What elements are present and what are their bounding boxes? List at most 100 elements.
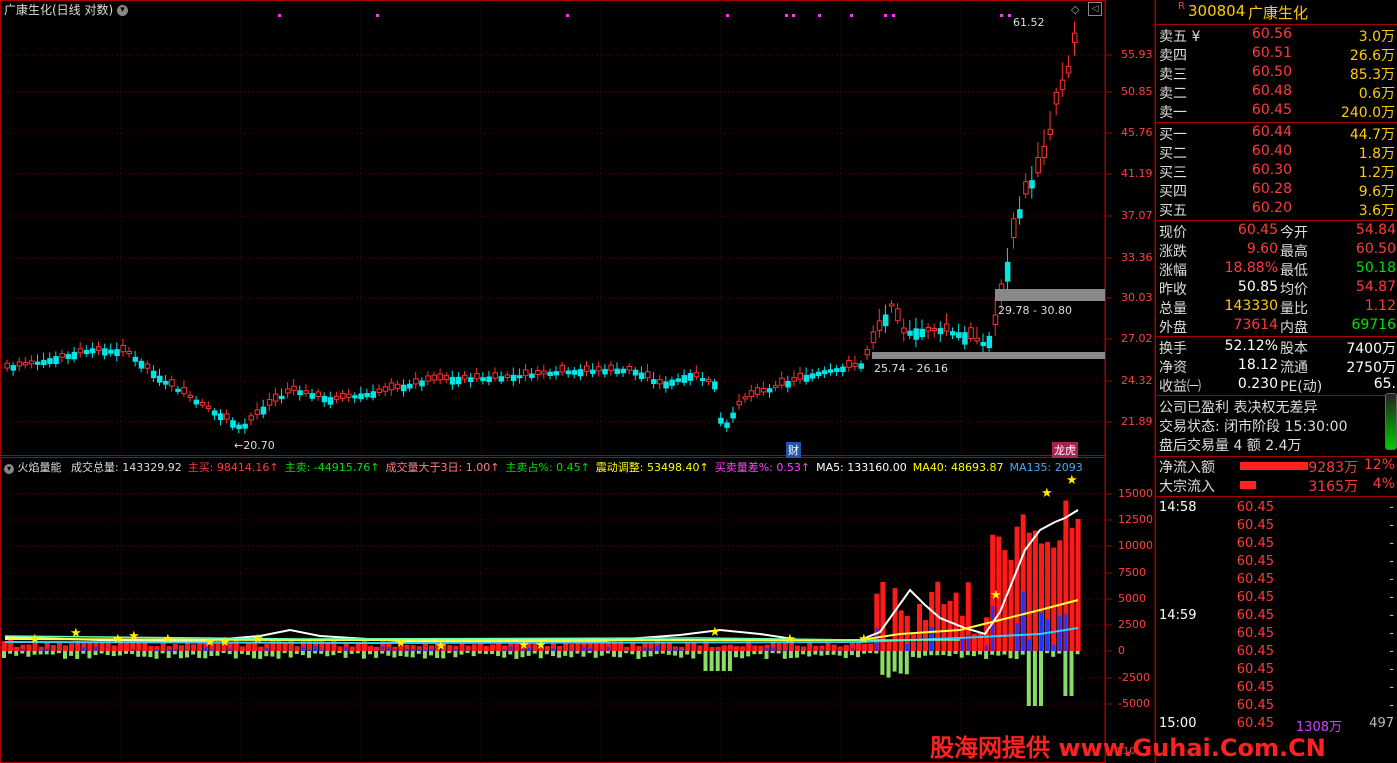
tick-price: 60.45 (1236, 590, 1274, 605)
volume-sell-bar (740, 651, 745, 659)
tick-row[interactable]: 60.45 - (1156, 698, 1397, 716)
collapse-icon[interactable]: ◁ (1088, 2, 1102, 16)
bid-row[interactable]: 买五 60.20 3.6万 (1156, 200, 1397, 219)
indicator-name[interactable]: 火焰量能 (18, 461, 62, 474)
signal-dot (884, 14, 887, 17)
volume-sell-bar (727, 651, 732, 671)
candle-body (821, 370, 828, 375)
volume-sell-bar (319, 651, 324, 654)
tick-row[interactable]: 60.45 - (1156, 572, 1397, 590)
volume-bar (569, 644, 575, 651)
volume-sell-bar (953, 651, 958, 654)
tick-row[interactable]: 14:58 60.45 - (1156, 500, 1397, 518)
tick-flag: - (1389, 698, 1394, 713)
bid-row[interactable]: 买二 60.40 1.8万 (1156, 143, 1397, 162)
candle-body (608, 364, 614, 372)
candle-body (852, 363, 858, 367)
indicator-value: 主买: 98414.16 (187, 461, 270, 474)
volume-sell-bar (605, 651, 610, 654)
volume-bar (471, 644, 477, 651)
ask-row[interactable]: 卖四 60.51 26.6万 (1156, 45, 1397, 64)
star-icon: ★ (128, 629, 140, 644)
stat-label: 涨幅 (1159, 263, 1187, 279)
tick-flag: - (1389, 590, 1394, 605)
stat-label: 今开 (1280, 225, 1308, 241)
volume-buy-bar (411, 649, 415, 651)
indicator-value: MA5: 133160.00 (816, 461, 907, 474)
signal-dot (785, 14, 788, 17)
tick-row[interactable]: 60.45 - (1156, 554, 1397, 572)
volume-sell-bar (965, 651, 970, 656)
chart-area[interactable]: ★ ★ ★ ★ ★ ★ ★ ★ ★ ★ ★ ★ ★ ★ ★ ★ ★ ★ 广康生化(日线 对数) ▾ ◇ ◁ 55.… (0, 0, 1155, 763)
arrow-up-icon: ↑ (370, 461, 380, 474)
candle-body (669, 379, 675, 386)
bid-row[interactable]: 买一 60.44 44.7万 (1156, 124, 1397, 143)
tick-row[interactable]: 60.45 - (1156, 626, 1397, 644)
chart-title[interactable]: 广康生化(日线 对数) ▾ (4, 1, 129, 18)
candle-body (394, 383, 401, 389)
scrollbar[interactable] (1385, 393, 1397, 450)
volume-sell-bar (856, 651, 860, 658)
volume-bar (691, 642, 697, 651)
candle-body (28, 360, 35, 365)
volume-bar (721, 645, 727, 651)
tick-row[interactable]: 14:59 60.45 - (1156, 608, 1397, 626)
bid-row[interactable]: 买四 60.28 9.6万 (1156, 181, 1397, 200)
zone-lower-label: 25.74 - 26.16 (874, 362, 948, 375)
kline-chart[interactable]: ★ ★ ★ ★ ★ ★ ★ ★ ★ ★ ★ ★★ ★ ★★★★ (0, 0, 1155, 763)
tick-row[interactable]: 60.45 - (1156, 680, 1397, 698)
bid-row[interactable]: 买三 60.30 1.2万 (1156, 162, 1397, 181)
tick-row[interactable]: 60.45 - (1156, 536, 1397, 554)
tick-row[interactable]: 60.45 - (1156, 518, 1397, 536)
volume-sell-bar (2, 651, 6, 658)
volume-sell-bar (1051, 651, 1056, 657)
volume-sell-bar (612, 651, 616, 657)
candle-body (840, 366, 846, 373)
ask-row[interactable]: 卖一 60.45 240.0万 (1156, 102, 1397, 121)
chevron-down-icon[interactable]: ▾ (117, 5, 129, 16)
volume-bar (813, 645, 819, 651)
volume-bar (191, 644, 197, 651)
info-line-1: 公司已盈利 表决权无差异 (1159, 400, 1318, 416)
volume-bar (185, 642, 190, 651)
indicator-toggle-icon[interactable]: ▾ (4, 464, 14, 474)
volume-sell-bar (575, 651, 580, 654)
stat-value: 73614 (1233, 317, 1278, 333)
volume-bar (50, 645, 56, 651)
stat-label: 流通 (1280, 360, 1308, 376)
tick-row[interactable]: 60.45 - (1156, 662, 1397, 680)
volume-sell-bar (203, 651, 208, 659)
volume-bar (953, 592, 959, 651)
ask-row[interactable]: 卖五 ¥ 60.56 3.0万 (1156, 26, 1397, 45)
indicator-value: 成交量大于3日: 1.00 (385, 461, 491, 474)
candle-body (986, 335, 993, 349)
stat-row: 收益㈠ 0.230 PE(动) 65. (1156, 376, 1397, 395)
candle-body (10, 365, 17, 371)
event-cai-badge[interactable]: 财 (786, 442, 801, 458)
volume-sell-bar (697, 651, 702, 654)
volume-sell-bar (1032, 651, 1037, 706)
ask-row[interactable]: 卖二 60.48 0.6万 (1156, 83, 1397, 102)
candle-body (89, 348, 96, 354)
candle-body (882, 314, 889, 327)
volume-tick-label: 7500 (1118, 566, 1146, 579)
arrow-up-icon: ↑ (269, 461, 279, 474)
signal-dot (566, 14, 569, 17)
candle-body (943, 323, 950, 332)
volume-sell-bar (502, 651, 507, 658)
event-longhu-badge[interactable]: 龙虎 (1052, 442, 1078, 458)
stat-row: 涨幅 18.88% 最低 50.18 (1156, 260, 1397, 279)
tick-row[interactable]: 60.45 - (1156, 644, 1397, 662)
candle-body (425, 375, 431, 382)
quote-price: 60.40 (1251, 143, 1292, 159)
candle-body (712, 381, 718, 390)
candle-body (443, 375, 450, 381)
tick-row[interactable]: 60.45 - (1156, 590, 1397, 608)
ask-row[interactable]: 卖三 60.50 85.3万 (1156, 64, 1397, 83)
stock-header[interactable]: R 300804 广康生化 (1156, 0, 1397, 24)
candle-body (1011, 218, 1017, 239)
quote-price: 60.45 (1251, 102, 1292, 118)
diamond-icon[interactable]: ◇ (1071, 3, 1079, 16)
volume-buy-bar (423, 650, 427, 651)
volume-buy-bar (82, 647, 86, 651)
